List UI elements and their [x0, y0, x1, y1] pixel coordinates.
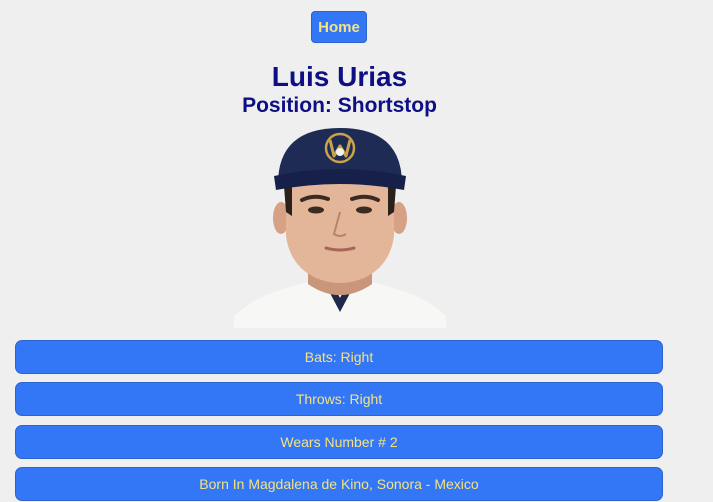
player-position: Position: Shortstop: [242, 94, 437, 117]
player-name: Luis Urias: [271, 61, 408, 92]
number-button[interactable]: Wears Number # 2: [15, 425, 663, 459]
player-page: Home Luis Urias Position: Shortstop Bats…: [0, 0, 713, 502]
home-button[interactable]: Home: [311, 11, 367, 43]
throws-button[interactable]: Throws: Right: [15, 382, 663, 416]
birthplace-button[interactable]: Born In Magdalena de Kino, Sonora - Mexi…: [15, 467, 663, 501]
bats-button[interactable]: Bats: Right: [15, 340, 663, 374]
player-photo: [234, 126, 446, 328]
